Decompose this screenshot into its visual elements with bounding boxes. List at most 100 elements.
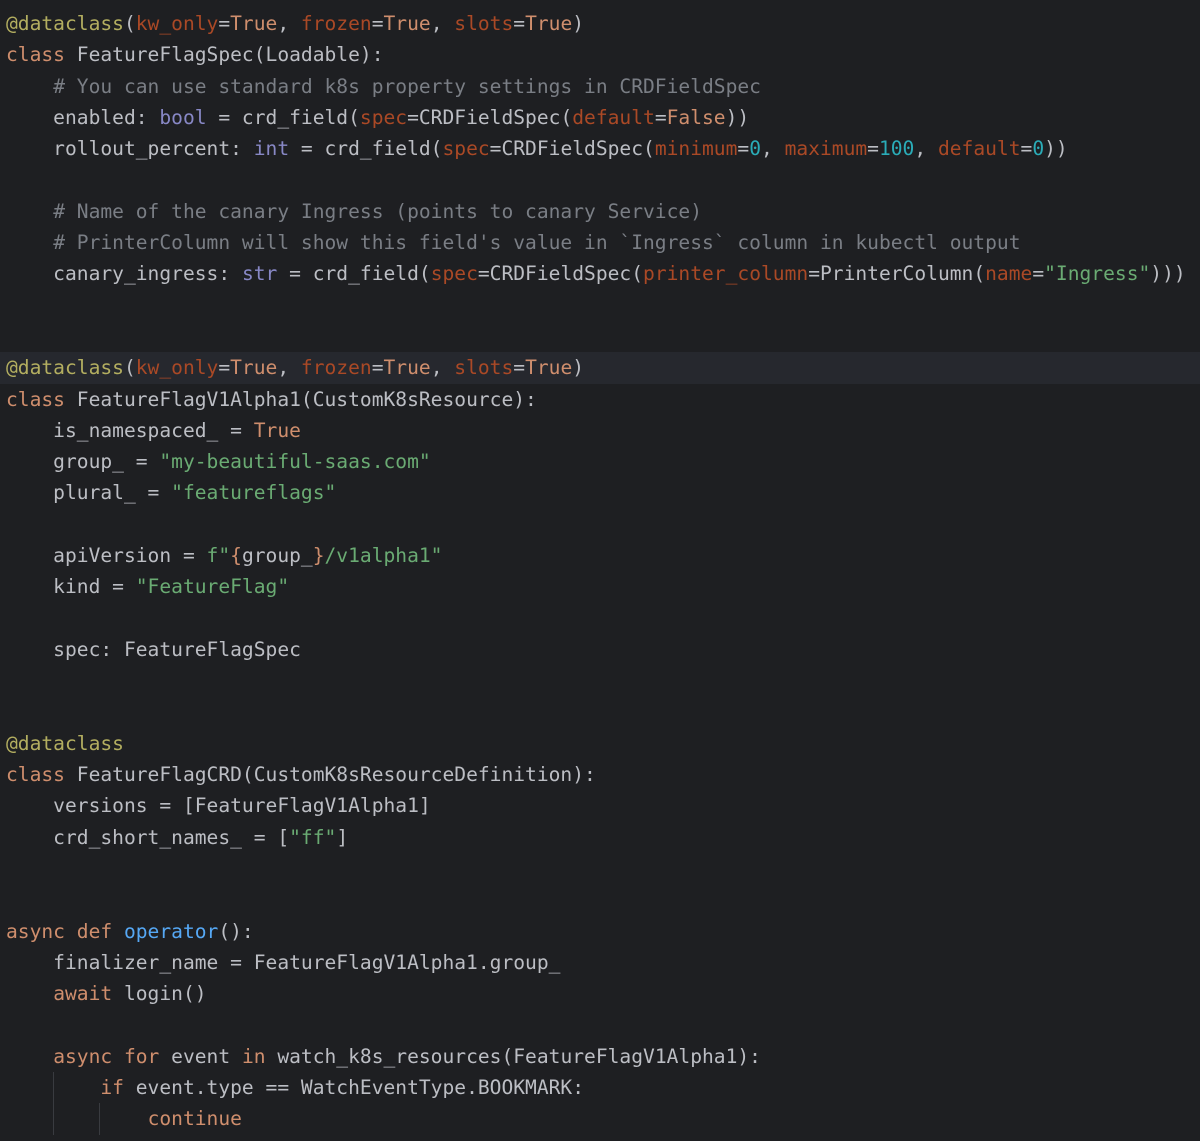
code-token: finalizer_name = FeatureFlagV1Alpha1.gro… [6,950,561,974]
code-token: = [737,137,750,161]
code-token: if [100,1076,136,1100]
code-token: , [430,12,455,35]
code-token: )) [1044,137,1068,161]
code-line[interactable]: finalizer_name = FeatureFlagV1Alpha1.gro… [0,947,1200,978]
code-token: = [218,12,231,35]
code-line[interactable]: versions = [FeatureFlagV1Alpha1] [0,790,1200,821]
code-line[interactable]: await login() [0,978,1200,1009]
code-token: frozen [300,356,372,380]
code-token: @dataclass [6,12,124,35]
code-token: frozen [300,12,372,35]
code-line-current[interactable]: @dataclass(kw_only=True, frozen=True, sl… [0,352,1200,384]
code-token: = crd_field( [277,262,431,286]
code-line[interactable]: @dataclass(kw_only=True, frozen=True, sl… [0,8,1200,39]
code-token: printer_column [643,262,809,286]
code-line[interactable]: kind = "FeatureFlag" [0,571,1200,602]
code-line[interactable]: class FeatureFlagCRD(CustomK8sResourceDe… [0,759,1200,790]
code-token: canary_ingress: [6,262,242,286]
code-line[interactable]: class FeatureFlagV1Alpha1(CustomK8sResou… [0,384,1200,415]
code-token: = [1020,137,1033,161]
code-token: slots [454,12,514,35]
code-token: continue [147,1107,242,1131]
code-line[interactable]: canary_ingress: str = crd_field(spec=CRD… [0,258,1200,289]
code-token: default [937,137,1021,161]
code-token: True [525,12,573,35]
code-token: = [654,105,667,129]
code-token: = [371,356,384,380]
code-token: = [371,12,384,35]
code-token: =PrinterColumn( [808,262,986,286]
code-line[interactable]: class FeatureFlagSpec(Loadable): [0,39,1200,70]
code-token: , [277,12,301,35]
code-token: rollout_percent: [6,137,254,161]
code-token: spec [430,262,478,286]
code-token: 100 [878,137,915,161]
code-line[interactable]: # Name of the canary Ingress (points to … [0,196,1200,227]
code-token: = [513,12,526,35]
code-token: is_namespaced_ = [6,418,254,442]
code-token: str [241,262,278,286]
indent-guide [99,1103,100,1135]
code-token: =CRDFieldSpec( [407,105,573,129]
code-token: False [666,105,726,129]
code-line[interactable] [0,884,1200,915]
code-line[interactable]: apiVersion = f"{group_}/v1alpha1" [0,540,1200,571]
code-line[interactable]: continue [0,1103,1200,1135]
code-line[interactable] [0,603,1200,634]
code-line[interactable]: spec: FeatureFlagSpec [0,634,1200,665]
code-line[interactable] [0,164,1200,195]
code-token: @dataclass [6,356,124,380]
code-line[interactable] [0,853,1200,884]
code-line[interactable] [0,321,1200,352]
code-token: ( [123,12,136,35]
code-token: = [513,356,526,380]
code-token: 0 [749,137,761,161]
code-line[interactable]: if event.type == WatchEventType.BOOKMARK… [0,1072,1200,1104]
code-token: "FeatureFlag" [135,575,290,599]
code-token: spec: FeatureFlagSpec [6,637,301,661]
code-line[interactable]: enabled: bool = crd_field(spec=CRDFieldS… [0,102,1200,133]
code-line[interactable]: group_ = "my-beautiful-saas.com" [0,446,1200,477]
indent-guide [52,1072,54,1104]
code-line[interactable]: async def operator(): [0,916,1200,947]
code-token: True [230,12,278,35]
code-line[interactable]: is_namespaced_ = True [0,415,1200,446]
code-line[interactable]: crd_short_names_ = ["ff"] [0,822,1200,853]
code-token: int [253,137,290,161]
code-token: minimum [654,137,738,161]
code-token: True [525,356,573,380]
code-line[interactable] [0,665,1200,696]
code-line[interactable]: rollout_percent: int = crd_field(spec=CR… [0,133,1200,164]
code-token: kw_only [135,356,219,380]
code-editor[interactable]: @dataclass(kw_only=True, frozen=True, sl… [0,0,1200,1141]
code-line[interactable] [0,509,1200,540]
code-token: kw_only [135,12,219,35]
code-token: "featureflags" [171,481,337,505]
code-token: in [241,1044,278,1068]
code-line[interactable]: @dataclass [0,728,1200,759]
code-line[interactable] [0,290,1200,321]
code-line[interactable]: async for event in watch_k8s_resources(F… [0,1041,1200,1072]
code-line[interactable]: # PrinterColumn will show this field's v… [0,227,1200,258]
code-token: event [171,1044,242,1068]
code-line[interactable] [0,697,1200,728]
code-token: "Ingress" [1044,262,1151,286]
code-token: } [312,544,325,568]
code-token: FeatureFlagCRD(CustomK8sResourceDefiniti… [76,763,596,787]
code-token: # Name of the canary Ingress (points to … [53,199,702,223]
code-line[interactable]: # You can use standard k8s property sett… [0,71,1200,102]
code-line[interactable]: plural_ = "featureflags" [0,477,1200,508]
code-token: spec [442,137,490,161]
code-token: enabled: [6,105,160,129]
code-token: plural_ = [6,481,172,505]
code-token: name [985,262,1033,286]
code-line[interactable] [0,1010,1200,1041]
code-token: @dataclass [6,731,124,755]
code-token: class [6,387,77,411]
code-token: default [572,105,655,129]
code-token: , [914,137,938,161]
